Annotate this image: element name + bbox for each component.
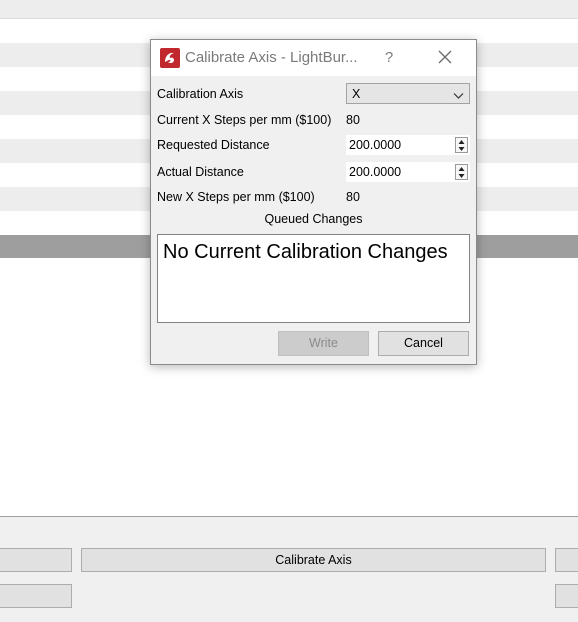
calibration-axis-label: Calibration Axis	[157, 87, 244, 101]
new-steps-label: New X Steps per mm ($100)	[157, 190, 315, 204]
requested-distance-value: 200.0000	[349, 138, 402, 152]
actual-distance-spinbox[interactable]: 200.0000	[346, 162, 470, 182]
spin-up-icon	[458, 167, 465, 171]
dialog-title: Calibrate Axis - LightBur...	[185, 49, 358, 66]
new-steps-value: 80	[346, 190, 360, 204]
calibration-axis-value: X	[352, 87, 361, 101]
background-button[interactable]	[555, 548, 578, 572]
close-icon	[438, 50, 452, 64]
actual-distance-value: 200.0000	[349, 165, 402, 179]
background-button[interactable]	[555, 584, 578, 608]
queued-changes-heading: Queued Changes	[264, 212, 363, 226]
help-button[interactable]: ?	[377, 47, 401, 69]
actual-distance-label: Actual Distance	[157, 165, 244, 179]
current-steps-value: 80	[346, 113, 360, 127]
requested-distance-label: Requested Distance	[157, 138, 270, 152]
calibrate-axis-dialog: Calibrate Axis - LightBur... ? Calibrati…	[150, 39, 477, 365]
lightburn-logo-icon	[160, 48, 180, 68]
calibrate-axis-button[interactable]: Calibrate Axis	[81, 548, 546, 572]
queued-changes-text: No Current Calibration Changes	[163, 241, 448, 263]
background-button[interactable]	[0, 548, 72, 572]
background-button[interactable]	[0, 584, 72, 608]
dialog-titlebar[interactable]: Calibrate Axis - LightBur... ?	[151, 40, 476, 76]
spin-arrows[interactable]	[455, 164, 468, 180]
calibration-axis-select[interactable]: X	[346, 83, 470, 104]
write-button[interactable]: Write	[278, 331, 369, 356]
table-row[interactable]	[0, 0, 578, 19]
current-steps-label: Current X Steps per mm ($100)	[157, 113, 332, 127]
cancel-button[interactable]: Cancel	[378, 331, 469, 356]
close-button[interactable]	[432, 47, 458, 69]
chevron-down-icon	[453, 89, 464, 103]
spin-down-icon	[458, 174, 465, 178]
spin-up-icon	[458, 140, 465, 144]
requested-distance-spinbox[interactable]: 200.0000	[346, 135, 470, 155]
calibrate-axis-label: Calibrate Axis	[275, 553, 352, 567]
spin-down-icon	[458, 147, 465, 151]
spin-arrows[interactable]	[455, 137, 468, 153]
queued-changes-box[interactable]: No Current Calibration Changes	[157, 234, 470, 323]
